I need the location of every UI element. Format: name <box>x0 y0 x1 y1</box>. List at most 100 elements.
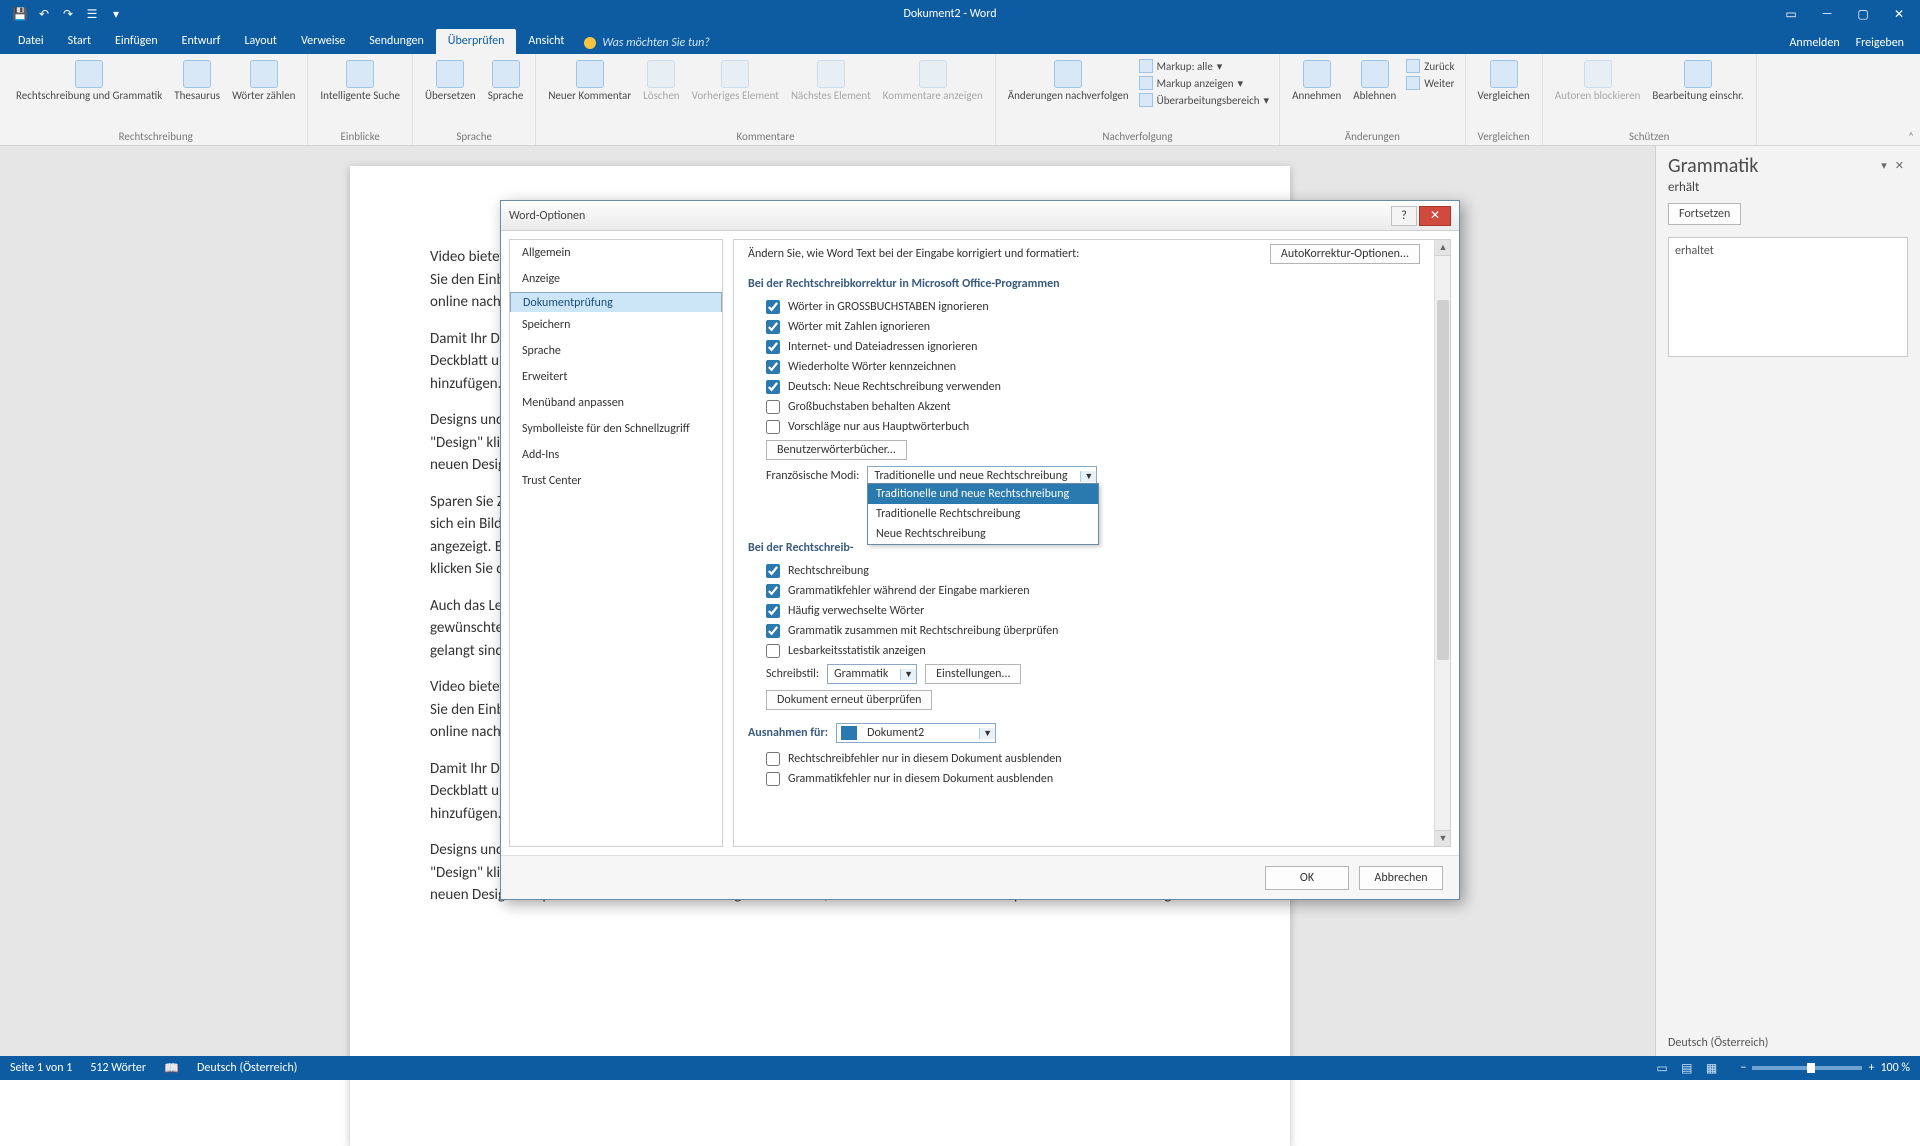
check-repeated[interactable] <box>766 360 780 374</box>
ok-button[interactable]: OK <box>1265 866 1349 890</box>
tab-insert[interactable]: Einfügen <box>103 29 170 54</box>
content-scrollbar[interactable]: ▲ ▼ <box>1434 240 1450 846</box>
tab-review[interactable]: Überprüfen <box>436 29 517 54</box>
check-urls[interactable] <box>766 340 780 354</box>
nav-trust-center[interactable]: Trust Center <box>510 468 722 494</box>
show-comments-button[interactable]: Kommentare anzeigen <box>879 58 987 104</box>
cancel-button[interactable]: Abbrechen <box>1359 866 1443 890</box>
nav-proofing[interactable]: Dokumentprüfung <box>510 292 722 312</box>
french-mode-option[interactable]: Traditionelle Rechtschreibung <box>868 504 1098 524</box>
signin-link[interactable]: Anmelden <box>1783 32 1845 54</box>
status-proof-icon[interactable]: 📖 <box>164 1061 179 1076</box>
next-comment-button[interactable]: Nächstes Element <box>787 58 875 104</box>
check-main-dict[interactable] <box>766 420 780 434</box>
share-button[interactable]: Freigeben <box>1850 32 1910 54</box>
dialog-help-icon[interactable]: ? <box>1391 206 1417 226</box>
nav-general[interactable]: Allgemein <box>510 240 722 266</box>
check-uppercase[interactable] <box>766 300 780 314</box>
nav-language[interactable]: Sprache <box>510 338 722 364</box>
qat-more-icon[interactable]: ▾ <box>106 4 126 24</box>
wordcount-button[interactable]: Wörter zählen <box>228 58 299 104</box>
tab-references[interactable]: Verweise <box>289 29 357 54</box>
nav-customize-ribbon[interactable]: Menüband anpassen <box>510 390 722 416</box>
check-spell-as-type[interactable] <box>766 564 780 578</box>
zoom-in-icon[interactable]: + <box>1868 1061 1874 1075</box>
save-icon[interactable]: 💾 <box>10 4 30 24</box>
new-comment-button[interactable]: Neuer Kommentar <box>544 58 635 104</box>
collapse-ribbon-icon[interactable]: ˄ <box>1908 130 1914 143</box>
french-mode-option[interactable]: Neue Rechtschreibung <box>868 524 1098 544</box>
markup-display-select[interactable]: Markup: alle ▾ <box>1137 58 1271 74</box>
tab-design[interactable]: Entwurf <box>170 29 233 54</box>
check-hide-grammar[interactable] <box>766 772 780 786</box>
read-mode-icon[interactable]: ▭ <box>1651 1061 1673 1076</box>
tab-view[interactable]: Ansicht <box>516 29 576 54</box>
smart-lookup-button[interactable]: Intelligente Suche <box>316 58 404 104</box>
prev-comment-button[interactable]: Vorheriges Element <box>688 58 783 104</box>
check-readability[interactable] <box>766 644 780 658</box>
delete-comment-button[interactable]: Löschen <box>639 58 683 104</box>
print-layout-icon[interactable]: ▤ <box>1676 1061 1698 1076</box>
nav-save[interactable]: Speichern <box>510 312 722 338</box>
next-change-button[interactable]: Weiter <box>1404 75 1456 91</box>
zoom-slider[interactable] <box>1752 1066 1862 1070</box>
check-grammar-with-spell[interactable] <box>766 624 780 638</box>
style-settings-button[interactable]: Einstellungen... <box>925 664 1021 684</box>
user-dictionaries-button[interactable]: Benutzerwörterbücher... <box>766 440 907 460</box>
scroll-thumb[interactable] <box>1437 300 1449 660</box>
track-changes-button[interactable]: Änderungen nachverfolgen <box>1004 58 1133 104</box>
check-german-new[interactable] <box>766 380 780 394</box>
exceptions-for-select[interactable]: Dokument2▼ <box>836 723 996 743</box>
check-numbers[interactable] <box>766 320 780 334</box>
reject-button[interactable]: Ablehnen <box>1349 58 1400 104</box>
restrict-editing-button[interactable]: Bearbeitung einschr. <box>1648 58 1747 104</box>
tell-me-input[interactable]: Was möchten Sie tun? <box>576 32 718 54</box>
zoom-value[interactable]: 100 % <box>1880 1061 1910 1075</box>
scroll-down-icon[interactable]: ▼ <box>1435 830 1451 846</box>
web-layout-icon[interactable]: ▦ <box>1700 1061 1722 1076</box>
spelling-grammar-button[interactable]: Rechtschreibung und Grammatik <box>12 58 166 104</box>
tab-mailings[interactable]: Sendungen <box>357 29 436 54</box>
resume-button[interactable]: Fortsetzen <box>1668 203 1741 225</box>
reviewing-pane-menu[interactable]: Überarbeitungsbereich ▾ <box>1137 92 1271 108</box>
minimize-icon[interactable]: — <box>1810 4 1844 24</box>
language-button[interactable]: Sprache <box>484 58 528 104</box>
show-markup-menu[interactable]: Markup anzeigen ▾ <box>1137 75 1271 91</box>
status-page[interactable]: Seite 1 von 1 <box>10 1061 72 1075</box>
dialog-titlebar[interactable]: Word-Optionen ? ✕ <box>501 201 1459 231</box>
tab-start[interactable]: Start <box>56 29 103 54</box>
scroll-up-icon[interactable]: ▲ <box>1435 240 1451 256</box>
nav-qat[interactable]: Symbolleiste für den Schnellzugriff <box>510 416 722 442</box>
pane-options-icon[interactable]: ▾ <box>1877 159 1891 172</box>
dialog-close-icon[interactable]: ✕ <box>1419 206 1451 226</box>
tab-layout[interactable]: Layout <box>232 29 289 54</box>
tab-file[interactable]: Datei <box>6 29 56 54</box>
autocorrect-options-button[interactable]: AutoKorrektur-Optionen... <box>1270 244 1420 264</box>
block-authors-button[interactable]: Autoren blockieren <box>1551 58 1645 104</box>
recheck-document-button[interactable]: Dokument erneut überprüfen <box>766 690 932 710</box>
thesaurus-button[interactable]: Thesaurus <box>170 58 224 104</box>
check-accent[interactable] <box>766 400 780 414</box>
status-wordcount[interactable]: 512 Wörter <box>90 1061 146 1075</box>
maximize-icon[interactable]: ▢ <box>1846 4 1880 24</box>
pane-close-icon[interactable]: ✕ <box>1891 159 1908 172</box>
translate-button[interactable]: Übersetzen <box>421 58 480 104</box>
nav-display[interactable]: Anzeige <box>510 266 722 292</box>
writing-style-select[interactable]: Grammatik▼ <box>827 664 917 684</box>
undo-icon[interactable]: ↶ <box>34 4 54 24</box>
compare-button[interactable]: Vergleichen <box>1474 58 1534 104</box>
touch-mode-icon[interactable]: ☰ <box>82 4 102 24</box>
zoom-out-icon[interactable]: − <box>1740 1061 1746 1075</box>
pane-language-label[interactable]: Deutsch (Österreich) <box>1668 1036 1768 1050</box>
status-language[interactable]: Deutsch (Österreich) <box>197 1061 297 1075</box>
check-confused-words[interactable] <box>766 604 780 618</box>
prev-change-button[interactable]: Zurück <box>1404 58 1456 74</box>
suggestion-box[interactable]: erhaltet <box>1668 237 1908 357</box>
nav-advanced[interactable]: Erweitert <box>510 364 722 390</box>
check-hide-spelling[interactable] <box>766 752 780 766</box>
redo-icon[interactable]: ↷ <box>58 4 78 24</box>
ribbon-options-icon[interactable]: ▭ <box>1774 4 1808 24</box>
zoom-control[interactable]: − + 100 % <box>1740 1061 1910 1075</box>
nav-addins[interactable]: Add-Ins <box>510 442 722 468</box>
french-mode-option[interactable]: Traditionelle und neue Rechtschreibung <box>868 484 1098 504</box>
